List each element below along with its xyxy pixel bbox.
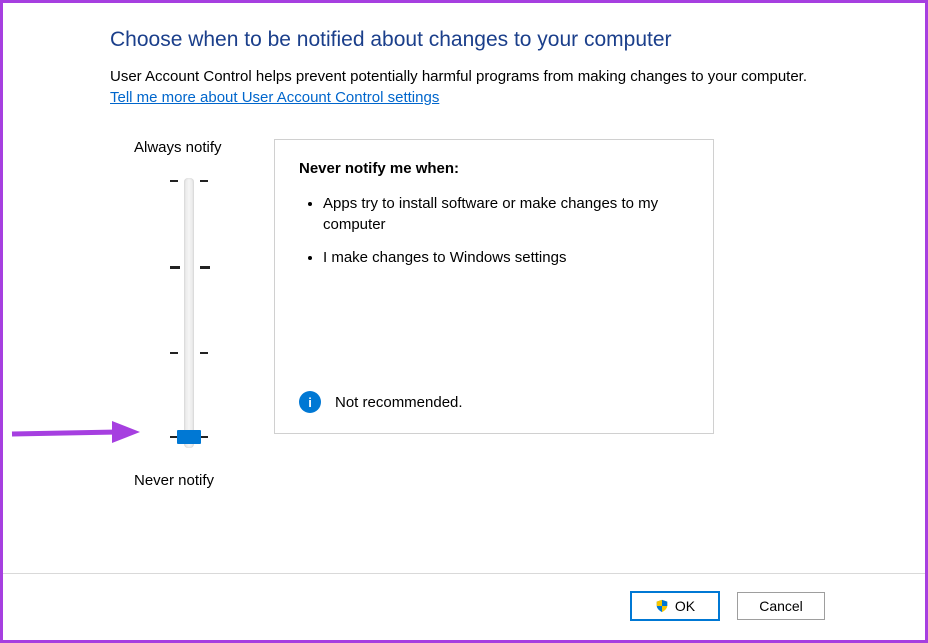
slider-tick — [170, 352, 178, 354]
button-bar: OK Cancel — [3, 573, 925, 637]
slider-tick — [200, 436, 208, 438]
slider-tick — [200, 266, 210, 269]
cancel-button[interactable]: Cancel — [737, 592, 825, 620]
slider-thumb[interactable] — [177, 430, 201, 444]
ok-button-label: OK — [675, 598, 695, 614]
uac-slider[interactable] — [164, 174, 214, 464]
slider-tick — [170, 180, 178, 182]
slider-tick — [200, 180, 208, 182]
slider-tick — [200, 352, 208, 354]
slider-label-top: Always notify — [134, 139, 270, 156]
info-panel-bullet: Apps try to install software or make cha… — [323, 193, 689, 235]
shield-icon — [655, 599, 669, 613]
cancel-button-label: Cancel — [759, 598, 803, 614]
info-panel-bullet: I make changes to Windows settings — [323, 247, 689, 268]
slider-label-bottom: Never notify — [134, 472, 270, 489]
info-panel-title: Never notify me when: — [299, 160, 689, 177]
info-panel-footer-text: Not recommended. — [335, 394, 463, 411]
info-icon: i — [299, 391, 321, 413]
info-panel: Never notify me when: Apps try to instal… — [274, 139, 714, 434]
slider-tick — [170, 266, 180, 269]
slider-track — [184, 178, 194, 448]
ok-button[interactable]: OK — [631, 592, 719, 620]
